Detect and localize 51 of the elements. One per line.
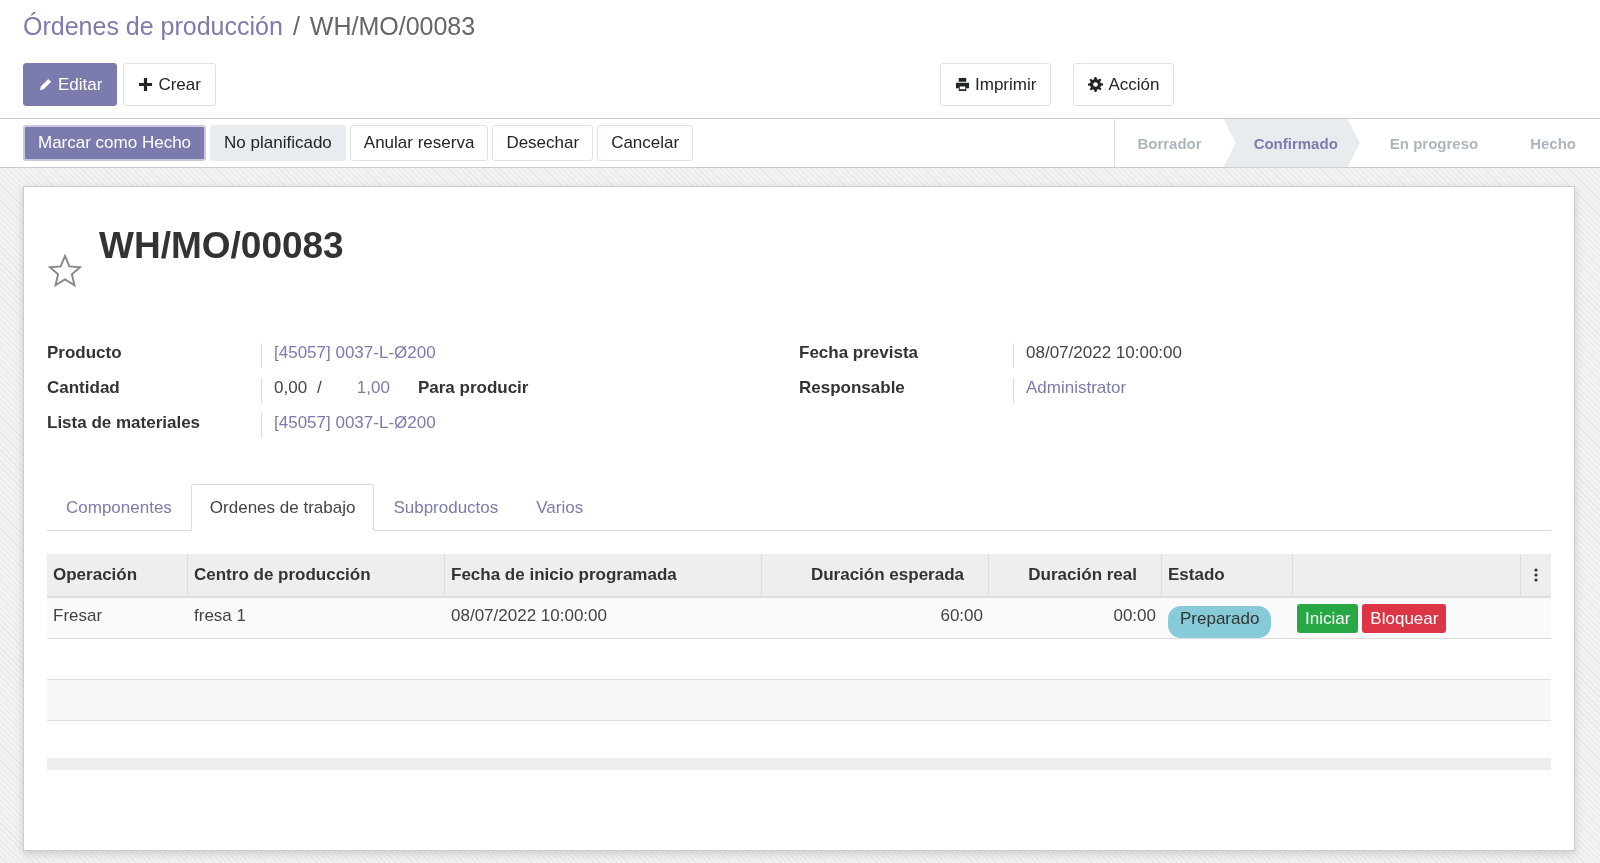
field-link[interactable]: [45057] 0037-L-Ø200 bbox=[274, 413, 436, 433]
notebook-tab[interactable]: Varios bbox=[517, 484, 603, 531]
record-title: WH/MO/00083 bbox=[99, 225, 344, 267]
column-header[interactable]: Operación bbox=[47, 554, 188, 596]
pencil-icon bbox=[38, 77, 53, 92]
field-value: 08/07/2022 10:00:00 bbox=[1026, 343, 1182, 363]
field-link[interactable]: Administrator bbox=[1026, 378, 1127, 398]
table-cell-text: Fresar bbox=[52, 605, 104, 627]
quantity-note: Para producir bbox=[417, 378, 529, 398]
row-action-button[interactable]: Bloquear bbox=[1362, 604, 1447, 633]
action-button[interactable]: Desechar bbox=[492, 125, 594, 161]
column-header[interactable]: Duración real bbox=[989, 554, 1162, 596]
field-value: 0,00 bbox=[274, 378, 308, 398]
notebook-tab[interactable]: Componentes bbox=[47, 484, 191, 531]
star-icon[interactable] bbox=[47, 253, 83, 289]
column-header[interactable]: Estado bbox=[1162, 554, 1293, 596]
field-label: Cantidad bbox=[47, 378, 120, 397]
status-stage[interactable]: Confirmado bbox=[1223, 119, 1360, 167]
toolbar-button[interactable]: Editar bbox=[23, 63, 118, 106]
column-header[interactable]: Centro de producción bbox=[188, 554, 445, 596]
gear-icon bbox=[1088, 77, 1104, 92]
action-button[interactable]: Cancelar bbox=[597, 125, 694, 161]
action-button[interactable]: Marcar como Hecho bbox=[23, 125, 207, 161]
action-button[interactable]: No planificado bbox=[210, 125, 346, 161]
printer-icon bbox=[955, 77, 970, 92]
action-button[interactable]: Anular reserva bbox=[349, 125, 489, 161]
notebook-tab[interactable]: Subproductos bbox=[374, 484, 518, 531]
column-header[interactable]: Duración esperada bbox=[762, 554, 989, 596]
field-label: Lista de materiales bbox=[47, 413, 201, 432]
quantity-separator: / bbox=[317, 378, 322, 398]
table-cell-text: 08/07/2022 10:00:00 bbox=[450, 605, 608, 627]
status-badge: Preparado bbox=[1168, 606, 1272, 638]
table-cell-text: 60:00 bbox=[939, 605, 984, 627]
table-cell-text: fresa 1 bbox=[193, 605, 247, 627]
column-header[interactable]: Fecha de inicio programada bbox=[445, 554, 762, 596]
notebook-tab[interactable]: Ordenes de trabajo bbox=[190, 484, 375, 531]
toolbar-button[interactable]: Crear bbox=[123, 63, 216, 106]
toolbar-button[interactable]: Imprimir bbox=[940, 63, 1052, 106]
kebab-menu-icon[interactable] bbox=[1534, 568, 1538, 582]
breadcrumb-link[interactable]: Órdenes de producción bbox=[23, 12, 283, 41]
row-action-button[interactable]: Iniciar bbox=[1297, 604, 1359, 633]
breadcrumb-current: WH/MO/00083 bbox=[309, 12, 476, 41]
breadcrumb-separator: / bbox=[292, 12, 300, 41]
field-link[interactable]: [45057] 0037-L-Ø200 bbox=[274, 343, 436, 363]
field-label: Producto bbox=[47, 343, 122, 362]
field-label: Fecha prevista bbox=[799, 343, 919, 362]
field-label: Responsable bbox=[799, 378, 905, 397]
table-cell-text: 00:00 bbox=[1112, 605, 1157, 627]
toolbar-button[interactable]: Acción bbox=[1073, 63, 1175, 106]
plus-icon bbox=[138, 77, 154, 92]
field-link[interactable]: 1,00 bbox=[356, 378, 390, 398]
